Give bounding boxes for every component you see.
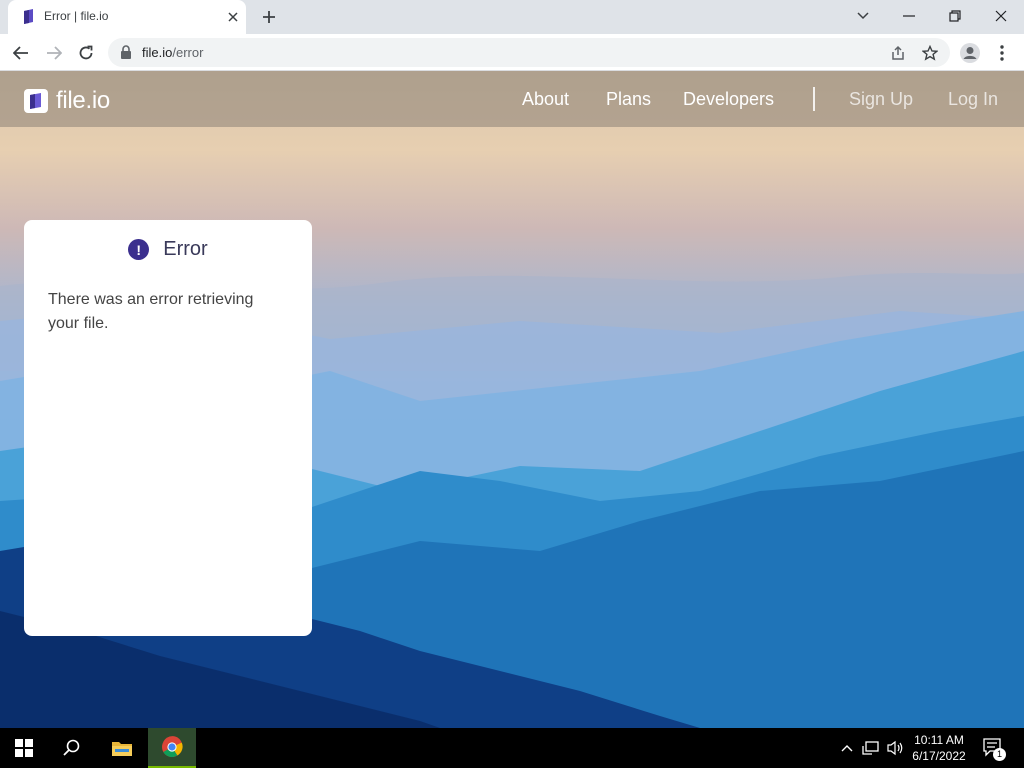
tray-chevron-up-icon[interactable] <box>837 738 857 758</box>
windows-start-icon[interactable] <box>0 728 48 768</box>
tab-title: Error | file.io <box>44 9 109 23</box>
url-host: file.io <box>142 45 173 60</box>
error-card: ! Error There was an error retrieving yo… <box>24 220 312 636</box>
reload-icon[interactable] <box>73 40 99 66</box>
minimize-icon[interactable] <box>894 4 924 28</box>
browser-tab-bar: Error | file.io <box>0 0 1024 34</box>
close-window-icon[interactable] <box>986 4 1016 28</box>
nav-divider <box>813 87 815 111</box>
bookmark-star-icon[interactable] <box>920 43 940 63</box>
address-bar[interactable]: file.io/error <box>108 38 950 67</box>
url-text[interactable]: file.io/error <box>142 45 203 60</box>
menu-kebab-icon[interactable] <box>989 40 1015 66</box>
clock-time: 10:11 AM <box>914 733 964 747</box>
tab-close-icon[interactable] <box>224 8 242 26</box>
url-path: /error <box>172 45 204 60</box>
taskbar-search-icon[interactable] <box>48 728 96 768</box>
browser-tab[interactable]: Error | file.io <box>8 0 246 34</box>
share-icon[interactable] <box>888 43 908 63</box>
site-header: file.io About Plans Developers Sign Up L… <box>0 71 1024 127</box>
logo-text: file.io <box>56 87 110 114</box>
tab-search-chevron-icon[interactable] <box>848 4 878 28</box>
browser-toolbar: file.io/error <box>0 34 1024 71</box>
fileio-favicon-icon <box>24 9 33 24</box>
fileio-logo-icon <box>24 89 48 113</box>
page-viewport: file.io About Plans Developers Sign Up L… <box>0 71 1024 728</box>
nav-plans-link[interactable]: Plans <box>606 89 651 110</box>
back-arrow-icon[interactable] <box>8 40 34 66</box>
chrome-taskbar-icon[interactable] <box>148 728 196 768</box>
nav-login-link[interactable]: Log In <box>948 89 998 110</box>
clock-date: 6/17/2022 <box>912 749 966 763</box>
taskbar-clock[interactable]: 10:11 AM 6/17/2022 <box>904 732 974 764</box>
network-icon[interactable] <box>861 738 881 758</box>
profile-avatar-icon[interactable] <box>957 40 983 66</box>
error-card-header: ! Error <box>24 238 312 261</box>
lock-icon[interactable] <box>120 45 132 59</box>
site-logo[interactable]: file.io <box>24 87 110 115</box>
restore-icon[interactable] <box>940 4 970 28</box>
new-tab-plus-icon[interactable] <box>258 6 280 28</box>
volume-icon[interactable] <box>885 738 905 758</box>
nav-signup-link[interactable]: Sign Up <box>849 89 913 110</box>
nav-about-link[interactable]: About <box>522 89 569 110</box>
error-message: There was an error retrieving your file. <box>48 291 254 332</box>
error-exclamation-icon: ! <box>128 239 150 260</box>
error-card-title: Error <box>163 238 208 260</box>
file-explorer-icon[interactable] <box>98 728 146 768</box>
windows-taskbar: 10:11 AM 6/17/2022 1 <box>0 728 1024 768</box>
forward-arrow-icon[interactable] <box>41 40 67 66</box>
notification-count-badge: 1 <box>993 748 1006 761</box>
nav-developers-link[interactable]: Developers <box>683 89 774 110</box>
